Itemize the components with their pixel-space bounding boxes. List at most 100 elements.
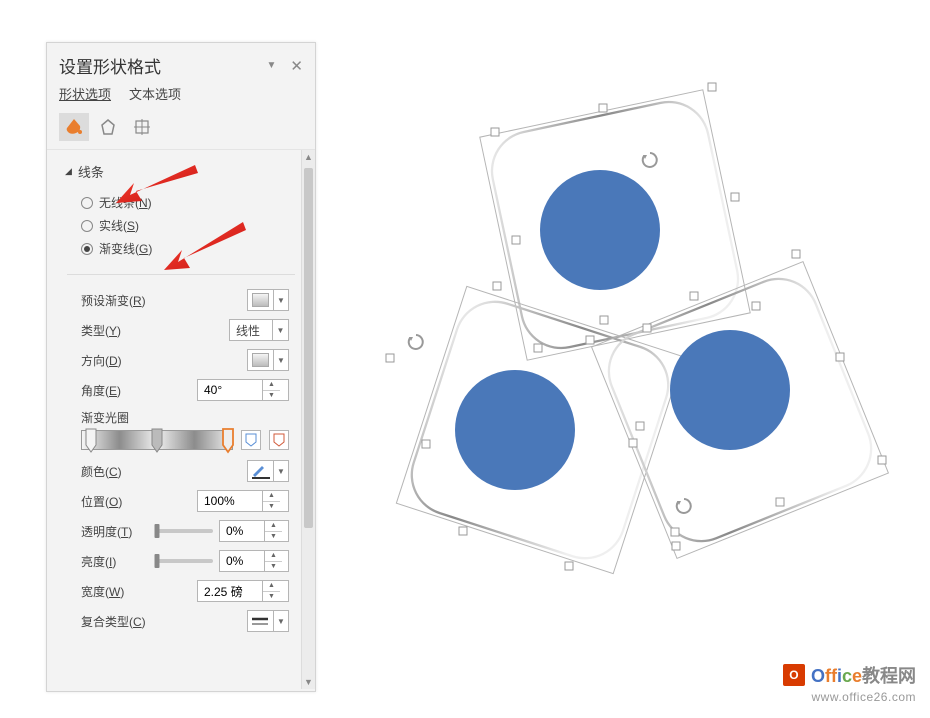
compound-type-dropdown[interactable]: ▼ bbox=[247, 610, 289, 632]
resize-handle[interactable] bbox=[878, 456, 887, 465]
resize-handle[interactable] bbox=[636, 422, 645, 431]
effects-icon[interactable] bbox=[93, 113, 123, 141]
radio-icon bbox=[81, 220, 93, 232]
row-compound-type: 复合类型(C) ▼ bbox=[47, 606, 315, 636]
panel-header: 设置形状格式 ▼ ✕ bbox=[47, 43, 315, 84]
resize-handle[interactable] bbox=[672, 542, 681, 551]
swatch-icon bbox=[252, 353, 269, 367]
transparency-input[interactable] bbox=[220, 524, 264, 538]
resize-handle[interactable] bbox=[386, 354, 395, 363]
resize-handle[interactable] bbox=[690, 292, 699, 301]
direction-dropdown[interactable]: ▼ bbox=[247, 349, 289, 371]
tabs-row: 形状选项 文本选项 bbox=[47, 84, 315, 111]
row-position: 位置(O) ▲▼ bbox=[47, 486, 315, 516]
spin-down[interactable]: ▼ bbox=[263, 592, 280, 602]
scroll-down-arrow[interactable]: ▼ bbox=[302, 675, 315, 689]
resize-handle[interactable] bbox=[491, 128, 500, 137]
resize-handle[interactable] bbox=[422, 440, 431, 449]
watermark: O Office教程网 www.office26.com bbox=[783, 662, 916, 704]
resize-handle[interactable] bbox=[836, 353, 845, 362]
resize-handle[interactable] bbox=[493, 282, 502, 291]
add-stop-button[interactable] bbox=[241, 430, 261, 450]
spin-down[interactable]: ▼ bbox=[263, 502, 280, 512]
rotate-handle[interactable] bbox=[675, 497, 693, 515]
panel-content: ◢ 线条 无线条(N) 实线(S) 渐变线(G) 预设渐变(R) ▼ bbox=[47, 149, 315, 689]
radio-solid-line[interactable]: 实线(S) bbox=[81, 214, 293, 237]
resize-handle[interactable] bbox=[599, 104, 608, 113]
gradient-stop-selected[interactable] bbox=[222, 428, 234, 454]
tab-shape-options[interactable]: 形状选项 bbox=[59, 84, 111, 103]
angle-input[interactable] bbox=[198, 383, 262, 397]
resize-handle[interactable] bbox=[643, 324, 652, 333]
spin-up[interactable]: ▲ bbox=[265, 551, 282, 562]
resize-handle[interactable] bbox=[708, 83, 717, 92]
resize-handle[interactable] bbox=[600, 316, 609, 325]
chevron-down-icon: ▼ bbox=[273, 290, 288, 310]
slide-canvas[interactable] bbox=[340, 30, 930, 718]
panel-scrollbar[interactable]: ▲ ▼ bbox=[301, 150, 315, 689]
width-spinner[interactable]: ▲▼ bbox=[197, 580, 289, 602]
brightness-input[interactable] bbox=[220, 554, 264, 568]
remove-stop-button[interactable] bbox=[269, 430, 289, 450]
angle-spinner[interactable]: ▲▼ bbox=[197, 379, 289, 401]
gradient-stop[interactable] bbox=[85, 428, 97, 454]
spin-down[interactable]: ▼ bbox=[265, 562, 282, 572]
radio-icon bbox=[81, 197, 93, 209]
row-angle: 角度(E) ▲▼ bbox=[47, 375, 315, 405]
resize-handle[interactable] bbox=[565, 562, 574, 571]
radio-gradient-line[interactable]: 渐变线(G) bbox=[81, 237, 293, 260]
preset-gradient-dropdown[interactable]: ▼ bbox=[247, 289, 289, 311]
spin-down[interactable]: ▼ bbox=[263, 391, 280, 401]
scroll-up-arrow[interactable]: ▲ bbox=[302, 150, 315, 164]
color-dropdown[interactable]: ▼ bbox=[247, 460, 289, 482]
radio-no-line[interactable]: 无线条(N) bbox=[81, 191, 293, 214]
resize-handle[interactable] bbox=[792, 250, 801, 259]
resize-handle[interactable] bbox=[776, 498, 785, 507]
rotate-handle[interactable] bbox=[641, 151, 659, 169]
resize-handle[interactable] bbox=[586, 336, 595, 345]
watermark-title: Office教程网 bbox=[811, 662, 916, 688]
size-properties-icon[interactable] bbox=[127, 113, 157, 141]
resize-handle[interactable] bbox=[671, 528, 680, 537]
row-transparency: 透明度(T) ▲▼ bbox=[47, 516, 315, 546]
transparency-slider[interactable] bbox=[157, 529, 213, 533]
radio-icon bbox=[81, 243, 93, 255]
resize-handle[interactable] bbox=[731, 193, 740, 202]
position-spinner[interactable]: ▲▼ bbox=[197, 490, 289, 512]
resize-handle[interactable] bbox=[512, 236, 521, 245]
position-input[interactable] bbox=[198, 494, 262, 508]
resize-handle[interactable] bbox=[629, 439, 638, 448]
row-color: 颜色(C) ▼ bbox=[47, 456, 315, 486]
row-direction: 方向(D) ▼ bbox=[47, 345, 315, 375]
pencil-icon bbox=[250, 463, 271, 479]
tab-text-options[interactable]: 文本选项 bbox=[129, 84, 181, 103]
brightness-slider[interactable] bbox=[157, 559, 213, 563]
row-type: 类型(Y) 线性 ▼ bbox=[47, 315, 315, 345]
gradient-stops-bar[interactable] bbox=[81, 430, 233, 450]
section-line-label: 线条 bbox=[78, 162, 104, 181]
swatch-icon bbox=[252, 293, 269, 307]
spin-up[interactable]: ▲ bbox=[265, 521, 282, 532]
line-type-radio-group: 无线条(N) 实线(S) 渐变线(G) bbox=[47, 191, 315, 270]
fill-line-icon[interactable] bbox=[59, 113, 89, 141]
spin-up[interactable]: ▲ bbox=[263, 581, 280, 592]
gradient-stops-label: 渐变光圈 bbox=[81, 409, 289, 426]
panel-close-button[interactable]: ✕ bbox=[290, 57, 303, 75]
rotate-handle[interactable] bbox=[407, 333, 425, 351]
type-value: 线性 bbox=[230, 322, 272, 339]
resize-handle[interactable] bbox=[534, 344, 543, 353]
panel-menu-chevron[interactable]: ▼ bbox=[267, 60, 277, 71]
gradient-stop[interactable] bbox=[151, 428, 163, 454]
resize-handle[interactable] bbox=[459, 527, 468, 536]
transparency-spinner[interactable]: ▲▼ bbox=[219, 520, 289, 542]
spin-up[interactable]: ▲ bbox=[263, 380, 280, 391]
type-dropdown[interactable]: 线性 ▼ bbox=[229, 319, 289, 341]
resize-handle[interactable] bbox=[752, 302, 761, 311]
category-icons bbox=[47, 111, 315, 149]
spin-down[interactable]: ▼ bbox=[265, 532, 282, 542]
section-line-header[interactable]: ◢ 线条 bbox=[47, 158, 315, 191]
spin-up[interactable]: ▲ bbox=[263, 491, 280, 502]
brightness-spinner[interactable]: ▲▼ bbox=[219, 550, 289, 572]
width-input[interactable] bbox=[198, 584, 262, 598]
scroll-thumb[interactable] bbox=[304, 168, 313, 528]
